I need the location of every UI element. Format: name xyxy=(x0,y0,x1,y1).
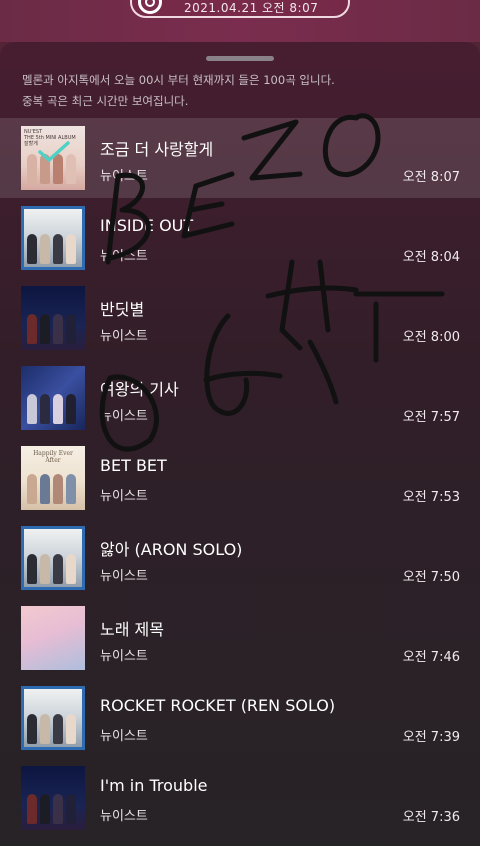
notice-text: 멜론과 아지톡에서 오늘 00시 부터 현재까지 들은 100곡 입니다. 중복… xyxy=(22,70,462,112)
album-cover xyxy=(21,286,85,350)
cover-figure xyxy=(27,314,37,344)
song-artist: 뉴이스트 xyxy=(100,569,148,584)
played-time: 오전 7:53 xyxy=(402,490,460,505)
cover-label: Happily Ever After xyxy=(33,450,73,464)
cover-figure xyxy=(27,794,37,824)
cover-figure xyxy=(27,234,37,264)
song-row[interactable]: 반딧별뉴이스트 오전 8:00 xyxy=(0,278,480,358)
song-title: ROCKET ROCKET (REN SOLO) xyxy=(100,696,336,715)
cover-figure xyxy=(66,394,76,424)
notice-line-2: 중복 곡은 최근 시간만 보여집니다. xyxy=(22,94,189,108)
song-artist: 뉴이스트 xyxy=(100,249,148,264)
album-cover xyxy=(21,686,85,750)
song-title: 앓아 (ARON SOLO) xyxy=(100,540,243,559)
song-title: 여왕의 기사 xyxy=(100,380,179,399)
cover-figure xyxy=(66,714,76,744)
cover-figure xyxy=(40,554,50,584)
cover-figure xyxy=(53,314,63,344)
song-row[interactable]: ROCKET ROCKET (REN SOLO) 뉴이스트 오전 7:39 xyxy=(0,678,480,758)
song-row[interactable]: 여왕의 기사뉴이스트 오전 7:57 xyxy=(0,358,480,438)
song-row[interactable]: NU'EST THE 5th MINI ALBUM 잘할게 조금 더 사랑할게 뉴이스트… xyxy=(0,118,480,198)
played-time: 오전 8:04 xyxy=(402,250,460,265)
cover-figure xyxy=(40,794,50,824)
cover-figure xyxy=(66,474,76,504)
cover-figure xyxy=(40,714,50,744)
song-list: NU'EST THE 5th MINI ALBUM 잘할게 조금 더 사랑할게 뉴이스트… xyxy=(0,118,480,838)
song-artist: 뉴이스트 xyxy=(100,729,148,744)
album-cover xyxy=(21,366,85,430)
cover-figure xyxy=(66,234,76,264)
album-cover xyxy=(21,526,85,590)
cover-figure xyxy=(27,394,37,424)
played-time: 오전 8:00 xyxy=(402,330,460,345)
played-time: 오전 7:50 xyxy=(402,570,460,585)
album-cover xyxy=(21,606,85,670)
cover-figure xyxy=(66,794,76,824)
record-icon xyxy=(138,0,162,14)
cover-figure xyxy=(40,234,50,264)
history-sheet: 멜론과 아지톡에서 오늘 00시 부터 현재까지 들은 100곡 입니다. 중복… xyxy=(0,42,480,846)
song-title: I'm in Trouble xyxy=(100,776,208,795)
song-row[interactable]: I'm in Trouble 뉴이스트 오전 7:36 xyxy=(0,758,480,838)
song-title: BET BET xyxy=(100,456,167,475)
song-row[interactable]: 앓아 (ARON SOLO) 뉴이스트 오전 7:50 xyxy=(0,518,480,598)
song-title: 조금 더 사랑할게 xyxy=(100,140,214,159)
cover-figure xyxy=(53,234,63,264)
song-title: 반딧별 xyxy=(100,300,145,319)
song-artist: 뉴이스트 xyxy=(100,329,148,344)
album-cover: Happily Ever After xyxy=(21,446,85,510)
top-bar: 2021.04.21 오전 8:07 xyxy=(0,0,480,42)
song-row[interactable]: 노래 제목뉴이스트 오전 7:46 xyxy=(0,598,480,678)
played-time: 오전 8:07 xyxy=(402,170,460,185)
notice-line-1: 멜론과 아지톡에서 오늘 00시 부터 현재까지 들은 100곡 입니다. xyxy=(22,73,335,87)
cover-figure xyxy=(66,554,76,584)
cover-figure xyxy=(27,554,37,584)
header-datetime: 2021.04.21 오전 8:07 xyxy=(184,1,319,15)
song-row[interactable]: Happily Ever After BET BET 뉴이스트 오전 7:53 xyxy=(0,438,480,518)
cover-figure xyxy=(53,394,63,424)
song-row[interactable]: INSIDE OUT 뉴이스트 오전 8:04 xyxy=(0,198,480,278)
drag-handle[interactable] xyxy=(206,56,274,61)
cover-figure xyxy=(53,794,63,824)
cover-figure xyxy=(40,314,50,344)
check-icon xyxy=(38,141,70,162)
played-time: 오전 7:39 xyxy=(402,730,460,745)
cover-figure xyxy=(66,314,76,344)
cover-figure xyxy=(27,714,37,744)
now-playing-pill[interactable]: 2021.04.21 오전 8:07 xyxy=(130,0,350,18)
song-artist: 뉴이스트 xyxy=(100,809,148,824)
cover-figure xyxy=(53,714,63,744)
song-artist: 뉴이스트 xyxy=(100,489,148,504)
cover-figure xyxy=(27,474,37,504)
played-time: 오전 7:36 xyxy=(402,810,460,825)
cover-figure xyxy=(40,474,50,504)
song-artist: 뉴이스트 xyxy=(100,169,148,184)
cover-figure xyxy=(40,394,50,424)
album-cover xyxy=(21,206,85,270)
played-time: 오전 7:57 xyxy=(402,410,460,425)
song-title: 노래 제목 xyxy=(100,620,164,639)
cover-figure xyxy=(53,554,63,584)
song-title: INSIDE OUT xyxy=(100,216,194,235)
song-artist: 뉴이스트 xyxy=(100,649,148,664)
played-time: 오전 7:46 xyxy=(402,650,460,665)
album-cover xyxy=(21,766,85,830)
cover-figure xyxy=(53,474,63,504)
song-artist: 뉴이스트 xyxy=(100,409,148,424)
